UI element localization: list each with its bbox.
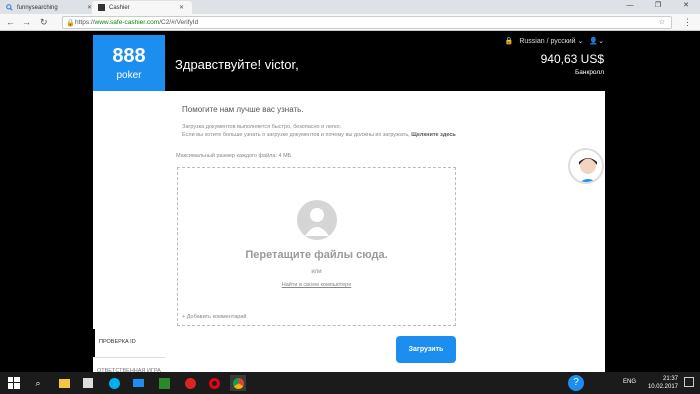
opera-icon[interactable] [206,375,222,391]
header-controls: 🔒 Russian / русский ⌄ 👤⌄ [505,37,604,45]
url-path: /C2/#/VerifyId [159,19,199,26]
chrome-icon[interactable] [230,375,246,391]
close-window-icon[interactable]: ✕ [672,0,700,14]
page-title: Помогите нам лучше вас узнать. [182,105,304,114]
click-here-link[interactable]: Щелкните здесь [411,132,456,138]
support-avatar[interactable] [568,148,604,184]
search-icon[interactable]: ⌕ [30,375,46,391]
address-bar[interactable]: 🔒 https://www.safe-cashier.com/C2/#/Veri… [62,16,672,29]
app-2-icon[interactable] [182,375,198,391]
notification-icon[interactable] [684,377,694,387]
clock-date: 10.02.2017 [647,384,678,390]
browse-link[interactable]: Найти в своем компьютере [178,282,455,288]
address-bar-row: ← → ↻ 🔒 https://www.safe-cashier.com/C2/… [0,14,700,31]
info-text: Загрузка документов выполняется быстро, … [182,124,342,130]
logo[interactable]: 888 poker [93,35,165,91]
lock-icon: 🔒 [504,38,514,45]
support-label: Справка? [576,191,601,197]
user-placeholder-icon [297,200,337,240]
windows-start-icon[interactable] [6,375,22,391]
bookmark-star-icon[interactable]: ☆ [659,17,665,28]
reload-icon[interactable]: ↻ [40,17,48,28]
menu-icon[interactable]: ⋮ [683,17,692,28]
language-selector[interactable]: Russian / русский ⌄ [519,37,583,45]
email-icon[interactable] [130,375,146,391]
minimize-icon[interactable]: — [616,0,644,14]
help-icon[interactable]: ? [568,375,584,391]
max-size-note: Максимальный размер каждого файла: 4 МБ [176,153,292,159]
store-icon[interactable] [80,375,96,391]
user-menu-icon[interactable]: 👤⌄ [589,37,604,45]
language-label: Russian / русский [519,38,576,45]
search-icon [6,4,13,11]
balance-amount: 940,63 US$ [540,52,604,66]
language-indicator[interactable]: ENG [623,379,636,385]
tab-funnysearching[interactable]: funnysearching ✕ [0,1,100,14]
cashier-page: 888 poker Здравствуйте! victor, 🔒 Russia… [0,32,700,374]
close-tab-icon[interactable]: ✕ [179,4,184,11]
clock-time: 21:37 [662,376,678,382]
url-host: www.safe-cashier.com [94,19,160,26]
app-icon[interactable] [156,375,172,391]
forward-icon[interactable]: → [22,17,31,27]
taskbar: ⌕ ? ENG 21:37 10.02.2017 [0,372,700,394]
lock-icon: 🔒 [66,20,75,27]
sidebar-item-label: ПРОВЕРКА ID [99,339,136,345]
tab-label: funnysearching [17,4,58,11]
cashier-favicon-icon [98,4,105,11]
sidebar-item-verify-id[interactable]: ПРОВЕРКА ID [93,329,165,357]
maximize-icon[interactable]: ❐ [644,0,672,14]
window-controls: — ❐ ✕ [616,0,700,14]
drop-or: или [311,269,322,275]
browser-tab-strip: funnysearching ✕ Cashier ✕ — ❐ ✕ [0,0,700,14]
logo-number: 888 [112,45,146,67]
drop-title: Перетащите файлы сюда. [245,249,388,261]
info-text-2: Если вы хотите больше узнать о загрузке … [182,132,456,138]
logo-text: poker [116,70,142,81]
file-dropzone[interactable]: Перетащите файлы сюда. или Найти в своем… [177,167,456,326]
upload-button[interactable]: Загрузить [396,336,456,363]
add-comment-link[interactable]: + Добавить комментарий [182,314,246,320]
file-explorer-icon[interactable] [56,375,72,391]
back-icon[interactable]: ← [6,17,15,27]
tab-label: Cashier [109,4,130,11]
skype-icon[interactable] [106,375,122,391]
sidebar: ПРОВЕРКА ID ОТВЕТСТВЕННАЯ ИГРА [93,91,165,374]
clock[interactable]: 21:37 10.02.2017 [648,375,678,391]
url-prefix: https:// [75,19,95,26]
verify-panel: Помогите нам лучше вас узнать. Загрузка … [165,91,605,372]
greeting: Здравствуйте! victor, [175,57,299,72]
balance-label: Банкролл [575,69,604,76]
info-text-line: Если вы хотите больше узнать о загрузке … [182,132,410,138]
tab-cashier[interactable]: Cashier ✕ [92,1,192,14]
